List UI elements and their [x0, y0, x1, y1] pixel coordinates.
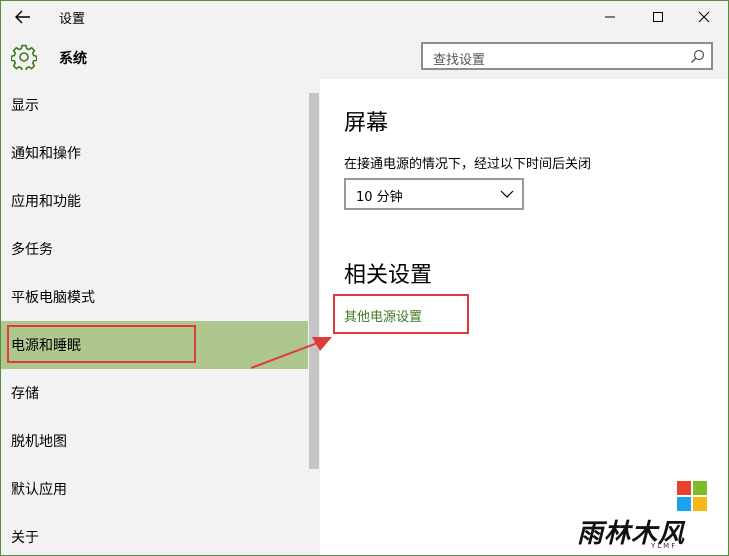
- minimize-icon: [605, 16, 615, 18]
- title-bar: 设置: [1, 1, 728, 33]
- sidebar: 显示 通知和操作 应用和功能 多任务 平板电脑模式 电源和睡眠 存储 脱机地图 …: [1, 79, 308, 555]
- back-arrow-icon: [15, 10, 30, 24]
- minimize-button[interactable]: [587, 1, 633, 33]
- window-title: 设置: [59, 12, 86, 27]
- screen-description: 在接通电源的情况下，经过以下时间后关闭: [344, 157, 592, 172]
- sidebar-item-label: 应用和功能: [11, 194, 81, 210]
- sidebar-item-label: 显示: [11, 98, 39, 114]
- sidebar-item-display[interactable]: 显示: [1, 81, 308, 129]
- sidebar-item-label: 平板电脑模式: [11, 290, 95, 306]
- sidebar-item-label: 脱机地图: [11, 434, 67, 450]
- dropdown-value: 10 分钟: [356, 190, 403, 205]
- sidebar-item-label: 关于: [11, 530, 39, 546]
- sidebar-scrollbar[interactable]: [308, 79, 320, 555]
- sidebar-item-apps[interactable]: 应用和功能: [1, 177, 308, 225]
- gear-icon: [11, 44, 37, 70]
- search-icon[interactable]: [690, 49, 705, 64]
- sidebar-item-tablet-mode[interactable]: 平板电脑模式: [1, 273, 308, 321]
- sidebar-item-label: 通知和操作: [11, 146, 81, 162]
- chevron-down-icon: [500, 190, 514, 198]
- close-button[interactable]: [681, 1, 727, 33]
- sidebar-item-label: 多任务: [11, 242, 53, 258]
- maximize-button[interactable]: [635, 1, 681, 33]
- annotation-arrow-icon: [250, 337, 332, 369]
- sidebar-item-storage[interactable]: 存储: [1, 369, 308, 417]
- related-settings-heading: 相关设置: [344, 263, 433, 288]
- sidebar-item-offline-maps[interactable]: 脱机地图: [1, 417, 308, 465]
- close-icon: [698, 11, 710, 23]
- search-input[interactable]: 查找设置: [421, 42, 713, 70]
- sidebar-item-default-apps[interactable]: 默认应用: [1, 465, 308, 513]
- windows-logo-icon: [677, 481, 707, 511]
- back-button[interactable]: [9, 5, 37, 29]
- sidebar-item-about[interactable]: 关于: [1, 513, 308, 555]
- highlight-box-link: [333, 294, 469, 334]
- screen-heading: 屏幕: [344, 111, 389, 136]
- scroll-thumb[interactable]: [309, 93, 319, 469]
- maximize-icon: [653, 12, 663, 22]
- settings-window: 设置 系统 查找设置 显示 通知和操作 应用和功能 多任务 平板电脑模式 电源和…: [0, 0, 729, 556]
- settings-header: 系统 查找设置: [1, 33, 728, 79]
- watermark-sub: YLMF: [651, 542, 678, 550]
- screen-timeout-dropdown[interactable]: 10 分钟: [344, 178, 524, 210]
- sidebar-item-notifications[interactable]: 通知和操作: [1, 129, 308, 177]
- sidebar-item-label: 默认应用: [11, 482, 67, 498]
- highlight-box-sidebar: [7, 325, 196, 363]
- section-name: 系统: [59, 51, 87, 67]
- sidebar-item-multitasking[interactable]: 多任务: [1, 225, 308, 273]
- search-placeholder: 查找设置: [433, 53, 486, 68]
- sidebar-item-label: 存储: [11, 386, 39, 402]
